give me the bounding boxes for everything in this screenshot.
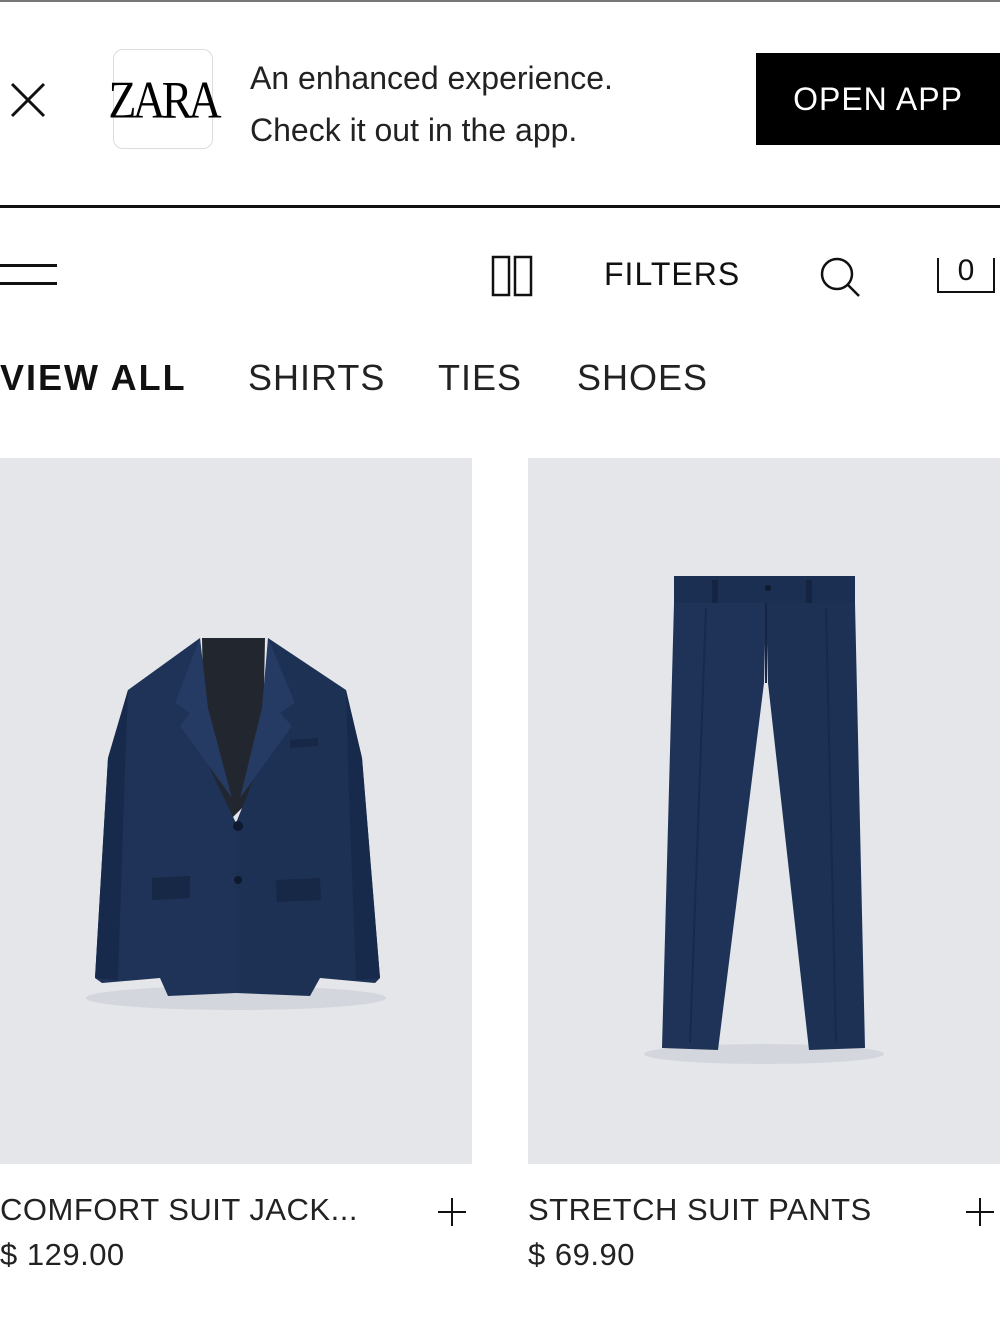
product-name[interactable]: STRETCH SUIT PANTS xyxy=(528,1192,872,1228)
tab-shoes[interactable]: SHOES xyxy=(577,357,708,399)
app-banner: ZARA An enhanced experience. Check it ou… xyxy=(0,2,1000,206)
banner-message: An enhanced experience. Check it out in … xyxy=(250,52,613,156)
product-price: $ 69.90 xyxy=(528,1237,635,1272)
banner-line-1: An enhanced experience. xyxy=(250,60,613,96)
app-logo: ZARA xyxy=(108,49,222,149)
hamburger-menu-icon[interactable] xyxy=(0,262,60,288)
filters-button[interactable]: FILTERS xyxy=(604,256,740,293)
cart-count: 0 xyxy=(957,254,975,287)
add-plus-icon[interactable] xyxy=(436,1196,468,1228)
banner-line-2: Check it out in the app. xyxy=(250,112,578,148)
banner-divider xyxy=(0,205,1000,208)
product-image-jacket[interactable] xyxy=(0,458,472,1164)
product-name[interactable]: COMFORT SUIT JACK... xyxy=(0,1192,358,1228)
search-icon[interactable] xyxy=(818,255,862,299)
product-image-pants[interactable] xyxy=(528,458,1000,1164)
tab-view-all[interactable]: VIEW ALL xyxy=(0,357,187,399)
product-card[interactable]: COMFORT SUIT JACK... $ 129.00 xyxy=(0,458,472,1272)
close-icon[interactable] xyxy=(8,80,48,120)
tab-shirts[interactable]: SHIRTS xyxy=(248,357,385,399)
open-app-button[interactable]: OPEN APP xyxy=(756,53,1000,145)
add-plus-icon[interactable] xyxy=(964,1196,996,1228)
shopping-bag-button[interactable]: 0 xyxy=(936,254,996,296)
grid-view-icon[interactable] xyxy=(491,255,535,297)
tab-ties[interactable]: TIES xyxy=(438,357,522,399)
product-card[interactable]: STRETCH SUIT PANTS $ 69.90 xyxy=(528,458,1000,1272)
product-price: $ 129.00 xyxy=(0,1237,125,1272)
app-logo-text: ZARA xyxy=(108,69,221,129)
